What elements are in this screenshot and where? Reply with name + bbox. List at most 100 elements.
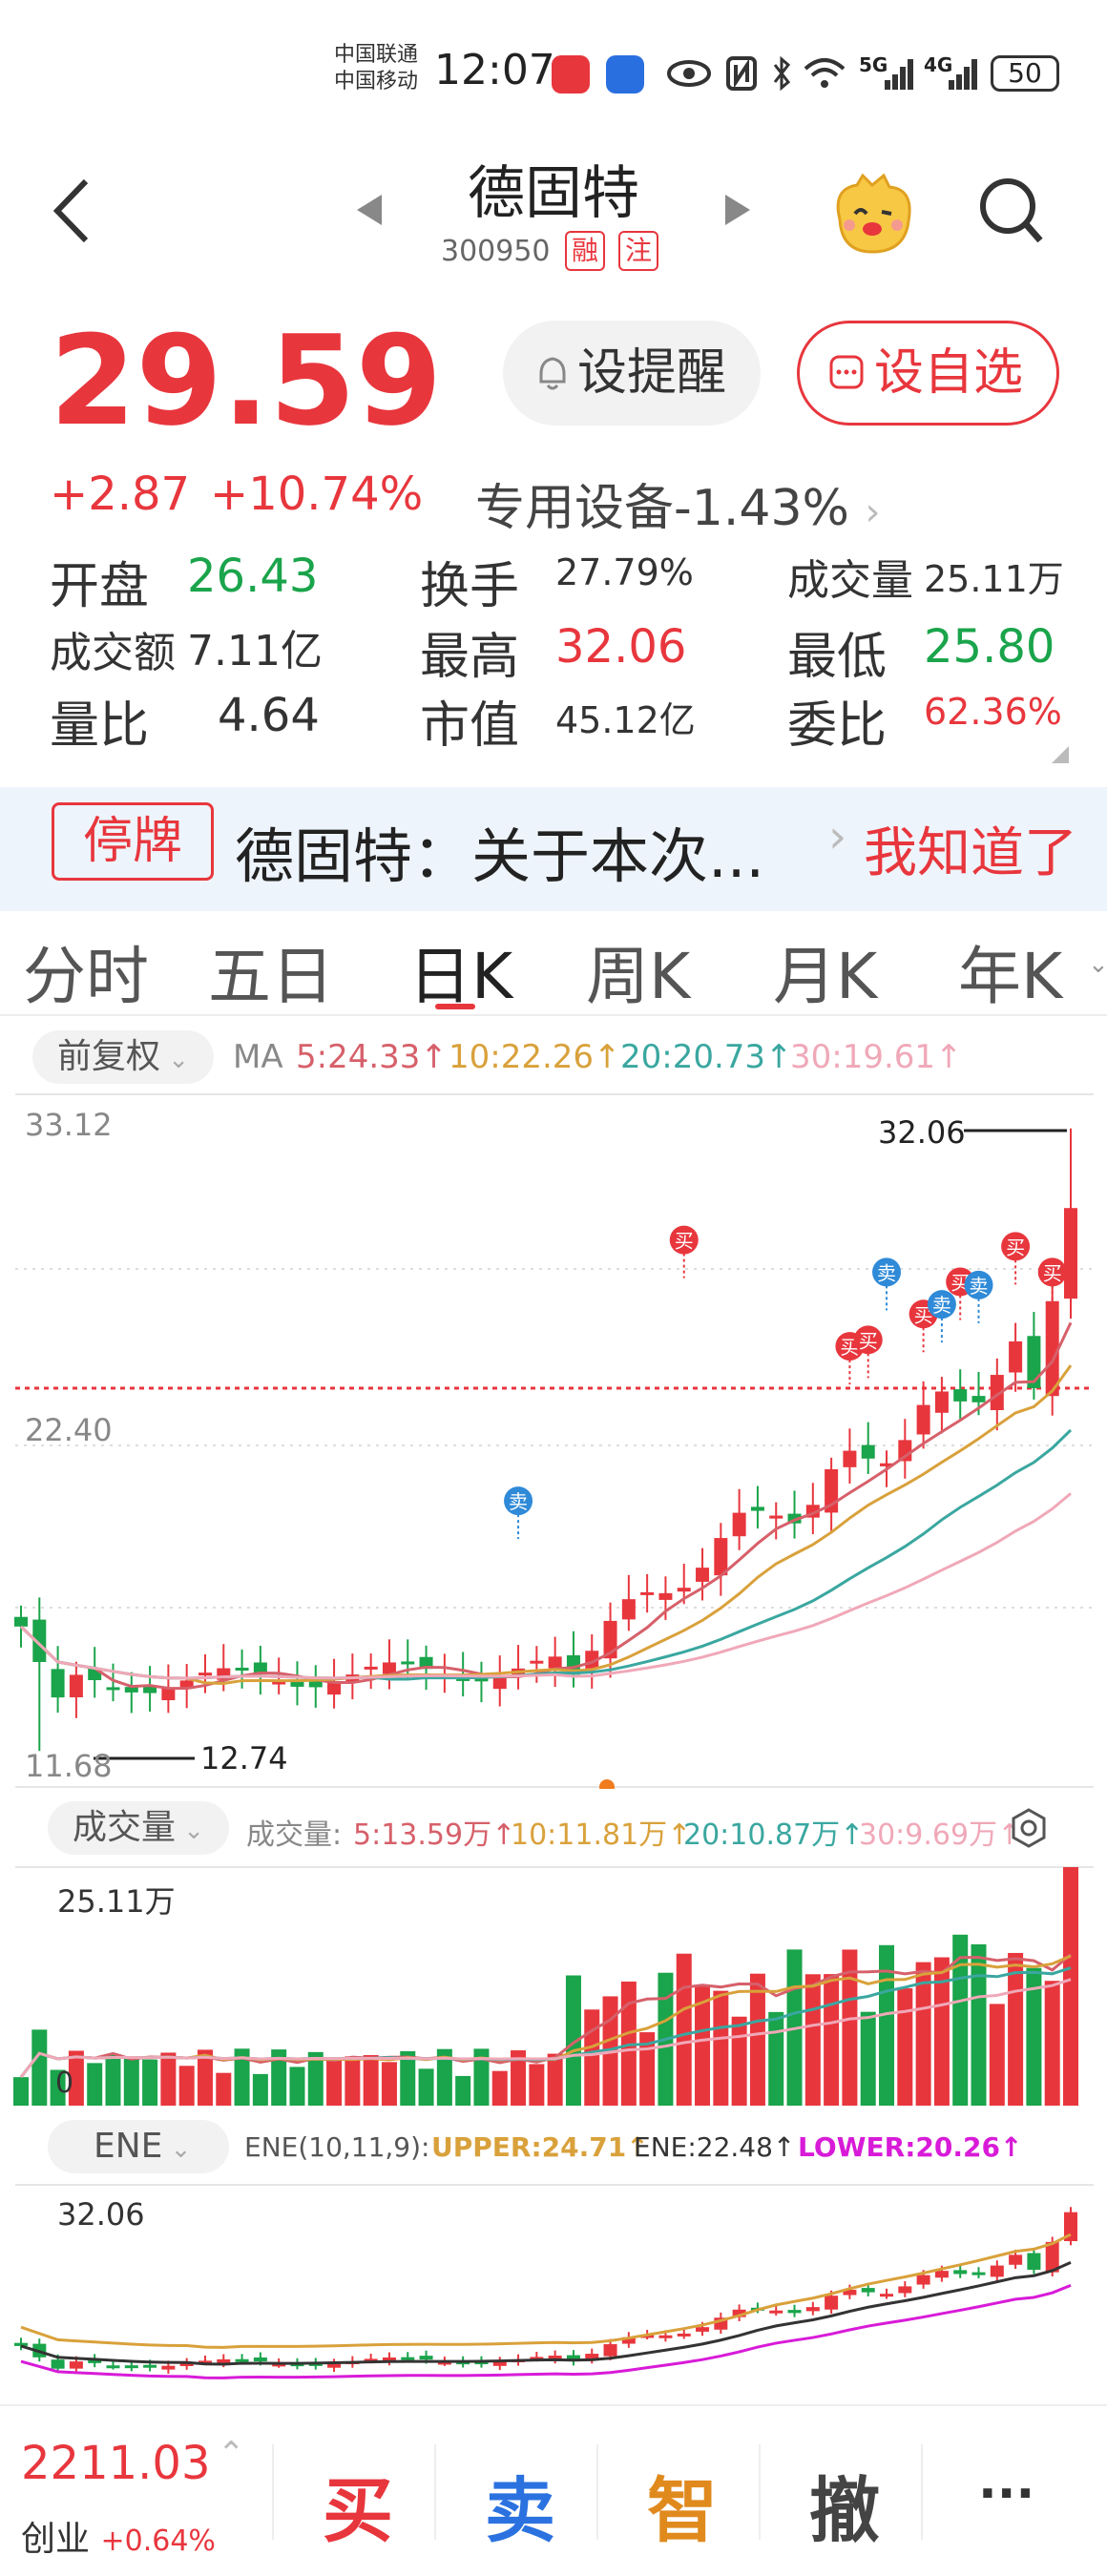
divider <box>434 2444 436 2540</box>
ma-line <box>19 1492 1072 1680</box>
candle-body <box>953 1389 968 1402</box>
ene-candle-body <box>51 2359 65 2369</box>
tab-five-day[interactable]: 五日 <box>208 925 334 1017</box>
ma-line <box>19 1321 1073 1691</box>
buy-button[interactable]: 买 <box>323 2454 393 2556</box>
set-alert-label: 设提醒 <box>577 344 727 402</box>
suspension-tag: 停牌 <box>52 802 214 881</box>
ene-upper: UPPER:24.71↑ <box>431 2131 649 2163</box>
back-arrow-icon[interactable] <box>50 177 92 244</box>
ene-candle-body <box>898 2286 912 2294</box>
signal-icon <box>885 59 913 90</box>
quote-panel: 29.59 设提醒 设自选 +2.87 +10.74% 专用设备-1.43% ›… <box>0 296 1107 773</box>
ene-candle-body <box>787 2310 802 2314</box>
y-axis-mid: 22.40 <box>25 1412 113 1448</box>
vol-ma20: 20:10.87万↑ <box>683 1818 865 1852</box>
volume-selector[interactable]: 成交量 ⌄ <box>48 1801 229 1855</box>
volume-bar <box>768 2011 784 2106</box>
signal-label: 卖 <box>509 1490 528 1513</box>
ene-candle-body <box>1027 2253 1041 2271</box>
ma30-value: 30:19.61↑ <box>790 1038 963 1076</box>
search-icon[interactable] <box>977 174 1046 250</box>
ene-candle-body <box>971 2272 986 2275</box>
candle-body <box>161 1688 176 1701</box>
volume-bar <box>363 2055 379 2106</box>
signal-label: 卖 <box>932 1294 951 1317</box>
high-value: 32.06 <box>555 620 687 674</box>
volume-bar <box>87 2063 103 2106</box>
scroll-handle[interactable] <box>599 1779 615 1789</box>
ene-candle-body <box>880 2294 894 2297</box>
volume-bar <box>713 1990 729 2106</box>
ene-band-line <box>20 2233 1072 2349</box>
vol-ma5: 5:13.59万↑ <box>353 1818 516 1852</box>
trade-bar: 2211.03 ⌃ 创业 +0.64% 买 卖 智 撤 ··· <box>0 2404 1107 2576</box>
more-button[interactable]: ··· <box>978 2465 1034 2523</box>
bluetooth-icon <box>773 55 791 92</box>
tab-yearly-k[interactable]: 年K <box>958 925 1062 1017</box>
next-stock-icon[interactable] <box>721 191 754 229</box>
tab-weekly-k[interactable]: 周K <box>586 925 690 1017</box>
ene-selector[interactable]: ENE ⌄ <box>48 2120 229 2173</box>
notice-text[interactable]: 德固特：关于本次... <box>235 808 764 894</box>
prev-stock-icon[interactable] <box>353 191 386 229</box>
signal-label: 买 <box>1006 1236 1025 1258</box>
bell-icon <box>539 357 566 390</box>
ene-chart[interactable] <box>0 2183 1107 2404</box>
carrier-info: 中国联通 中国移动 <box>334 42 418 95</box>
chevron-up-icon[interactable]: ⌃ <box>218 2435 245 2473</box>
volume-zero-label: 0 <box>55 2067 74 2100</box>
carrier-1: 中国联通 <box>334 43 419 67</box>
expand-corner-icon[interactable] <box>1050 744 1071 765</box>
volume-bar <box>418 2068 434 2106</box>
ratio-value: 4.64 <box>218 689 320 742</box>
turnover-value: 27.79% <box>555 551 694 593</box>
candle-body <box>548 1656 562 1669</box>
ene-candle-body <box>1009 2254 1023 2265</box>
add-watchlist-button[interactable]: 设自选 <box>797 321 1059 426</box>
ene-candle-body <box>143 2364 157 2368</box>
adjust-selector[interactable]: 前复权 ⌄ <box>32 1030 214 1084</box>
sell-button[interactable]: 卖 <box>485 2454 555 2556</box>
volume-bar <box>142 2059 158 2106</box>
candle-body <box>658 1592 673 1600</box>
set-alert-button[interactable]: 设提醒 <box>503 321 761 426</box>
low-value: 25.80 <box>924 620 1055 674</box>
commit-value: 62.36% <box>924 691 1062 733</box>
smart-button[interactable]: 智 <box>647 2454 718 2556</box>
index-value[interactable]: 2211.03 <box>21 2437 211 2490</box>
vol-ma30: 30:9.69万↑ <box>859 1818 1022 1852</box>
kline-chart[interactable]: 卖买买 买卖买 卖买 卖买买 <box>0 1092 1107 1789</box>
chevron-down-icon[interactable]: ⌄ <box>1088 950 1107 979</box>
mascot-icon[interactable] <box>828 172 916 258</box>
sector-pct: -1.43% <box>674 480 849 537</box>
status-bar: 中国联通 中国移动 12:07 5G 4G 50 <box>0 0 1107 143</box>
ene-candle-body <box>124 2365 138 2369</box>
ene-candle-body <box>401 2357 415 2360</box>
ene-candle-body <box>327 2363 342 2368</box>
volume-bar <box>676 1953 692 2106</box>
candle-body <box>1064 1208 1077 1299</box>
settings-icon[interactable] <box>1008 1807 1050 1849</box>
candle-body <box>69 1674 83 1698</box>
volume-bar <box>13 2077 29 2106</box>
ene-candle-body <box>934 2271 949 2278</box>
cancel-order-button[interactable]: 撤 <box>809 2454 880 2556</box>
volume-bar <box>897 1988 913 2106</box>
notice-banner[interactable]: 停牌 德固特：关于本次... › 我知道了 <box>0 787 1107 911</box>
dismiss-notice-button[interactable]: 我知道了 <box>864 810 1077 887</box>
chevron-right-icon: › <box>865 490 881 534</box>
volume-bar <box>455 2075 471 2106</box>
sector-link[interactable]: 专用设备-1.43% › <box>475 467 881 539</box>
ene-mid: ENE:22.48↑ <box>634 2131 796 2163</box>
tab-monthly-k[interactable]: 月K <box>773 925 877 1017</box>
ene-candle-body <box>825 2296 839 2310</box>
tab-intraday[interactable]: 分时 <box>23 925 149 1017</box>
volume-bar <box>491 2070 508 2106</box>
volume-bar <box>879 1944 895 2106</box>
ene-selector-label: ENE <box>94 2127 163 2166</box>
active-tab-indicator <box>435 1004 475 1009</box>
volume-ma-line <box>19 1966 1072 2079</box>
ene-candle-body <box>805 2307 820 2312</box>
index-pct: +0.64% <box>100 2524 216 2558</box>
